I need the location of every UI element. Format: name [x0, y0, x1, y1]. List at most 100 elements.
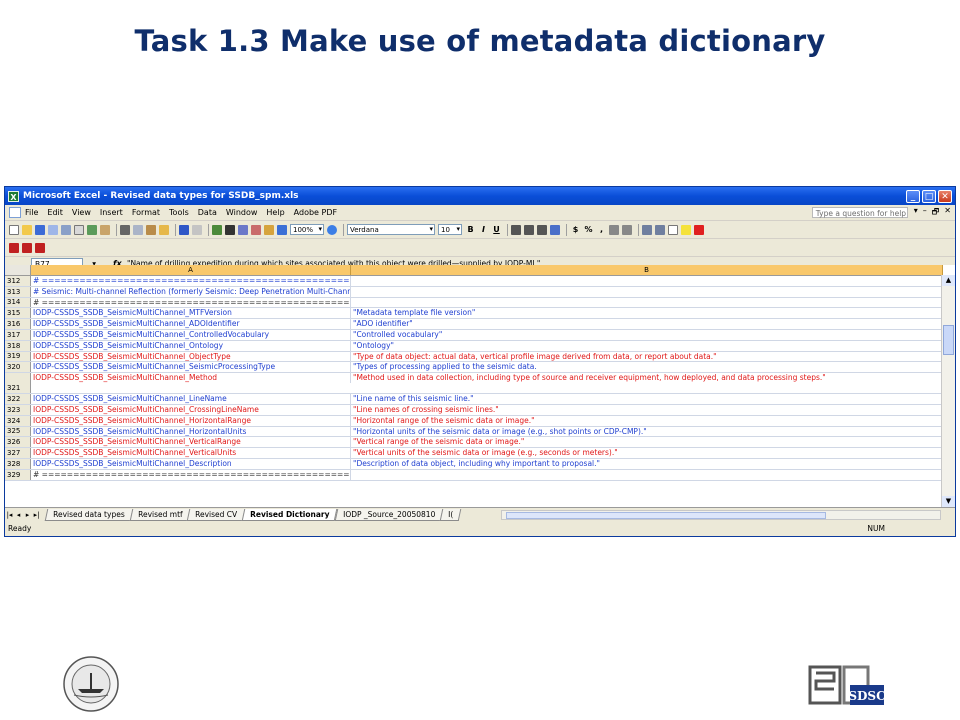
menu-insert[interactable]: Insert — [100, 208, 123, 217]
menu-adobe-pdf[interactable]: Adobe PDF — [294, 208, 337, 217]
cell-a[interactable]: IODP-CSSDS_SSDB_SeismicMultiChannel_Hori… — [31, 426, 351, 437]
align-left-icon[interactable] — [511, 224, 521, 235]
cell-b[interactable]: "Vertical units of the seismic data or i… — [351, 448, 943, 458]
horizontal-scroll-thumb[interactable] — [506, 511, 826, 519]
row-header[interactable]: 325 — [5, 426, 31, 437]
sheet-tab-more[interactable]: I( — [439, 508, 462, 521]
prev-sheet-icon[interactable]: ◂ — [14, 511, 23, 519]
cell-b[interactable]: "Method used in data collection, includi… — [351, 373, 943, 383]
menu-data[interactable]: Data — [198, 208, 217, 217]
cell-a[interactable]: IODP-CSSDS_SSDB_SeismicMultiChannel_Line… — [31, 394, 351, 404]
menu-view[interactable]: View — [72, 208, 91, 217]
fill-color-icon[interactable] — [681, 224, 691, 235]
row-header[interactable]: 324 — [5, 415, 31, 426]
research-icon[interactable] — [100, 224, 110, 235]
borders-icon[interactable] — [668, 224, 678, 235]
help-dropdown-icon[interactable]: ▾ — [914, 206, 918, 220]
cell-a[interactable]: IODP-CSSDS_SSDB_SeismicMultiChannel_MTFV… — [31, 308, 351, 319]
row-header[interactable]: 320 — [5, 362, 31, 373]
doc-restore-button[interactable]: 🗗 — [932, 206, 940, 220]
menu-file[interactable]: File — [25, 208, 38, 217]
row-header[interactable]: 326 — [5, 437, 31, 448]
row-header[interactable]: 321 — [5, 373, 31, 394]
italic-button[interactable]: I — [478, 225, 489, 234]
decrease-decimal-icon[interactable] — [622, 224, 632, 235]
help-search-input[interactable]: Type a question for help — [811, 207, 908, 218]
copy-icon[interactable] — [133, 224, 143, 235]
minimize-button[interactable]: _ — [906, 189, 920, 203]
paste-icon[interactable] — [146, 224, 156, 235]
cell-b[interactable] — [351, 470, 943, 480]
cell-b[interactable]: "Horizontal range of the seismic data or… — [351, 416, 943, 426]
row-header[interactable]: 317 — [5, 329, 31, 340]
currency-button[interactable]: $ — [570, 225, 581, 234]
bold-button[interactable]: B — [465, 225, 476, 234]
open-icon[interactable] — [22, 224, 32, 235]
row-header[interactable]: 316 — [5, 319, 31, 329]
zoom-select[interactable]: 100% — [290, 224, 324, 235]
cell-a[interactable]: IODP-CSSDS_SSDB_SeismicMultiChannel_Obje… — [31, 351, 351, 362]
sheet-tab-revised-data-types[interactable]: Revised data types — [44, 508, 133, 521]
chart-wizard-icon[interactable] — [264, 224, 274, 235]
row-header[interactable]: 319 — [5, 351, 31, 362]
row-header[interactable]: 313 — [5, 286, 31, 297]
cell-b[interactable] — [351, 276, 943, 286]
cell-a[interactable]: IODP-CSSDS_SSDB_SeismicMultiChannel_Seis… — [31, 362, 351, 373]
cell-a[interactable]: IODP-CSSDS_SSDB_SeismicMultiChannel_Hori… — [31, 415, 351, 426]
cell-a[interactable]: # ======================================… — [31, 469, 351, 480]
menu-format[interactable]: Format — [132, 208, 160, 217]
increase-decimal-icon[interactable] — [609, 224, 619, 235]
cell-b[interactable] — [351, 287, 943, 297]
row-header[interactable]: 318 — [5, 340, 31, 351]
cell-b[interactable]: "Line name of this seismic line." — [351, 394, 943, 404]
cell-b[interactable]: "Line names of crossing seismic lines." — [351, 405, 943, 415]
cell-b[interactable]: "Controlled vocabulary" — [351, 330, 943, 340]
format-painter-icon[interactable] — [159, 224, 169, 235]
cell-a[interactable]: # ======================================… — [31, 297, 351, 308]
row-header[interactable]: 314 — [5, 297, 31, 308]
cut-icon[interactable] — [120, 224, 130, 235]
close-button[interactable]: ✕ — [938, 189, 952, 203]
menu-window[interactable]: Window — [226, 208, 258, 217]
convert-and-review-pdf-icon[interactable] — [35, 242, 45, 253]
row-header[interactable]: 315 — [5, 308, 31, 319]
hyperlink-icon[interactable] — [212, 224, 222, 235]
cell-a[interactable]: IODP-CSSDS_SSDB_SeismicMultiChannel_Vert… — [31, 448, 351, 458]
cell-a[interactable]: IODP-CSSDS_SSDB_SeismicMultiChannel_Cros… — [31, 404, 351, 415]
cell-b[interactable]: "Type of data object: actual data, verti… — [351, 352, 943, 362]
merge-center-icon[interactable] — [550, 224, 560, 235]
maximize-button[interactable]: □ — [922, 189, 936, 203]
window-titlebar[interactable]: X Microsoft Excel - Revised data types f… — [5, 187, 955, 205]
column-header-a[interactable]: A — [31, 265, 351, 275]
cell-a[interactable]: IODP-CSSDS_SSDB_SeismicMultiChannel_Vert… — [31, 437, 351, 448]
font-color-icon[interactable] — [694, 224, 704, 235]
vertical-scroll-thumb[interactable] — [943, 325, 954, 355]
horizontal-scrollbar[interactable] — [501, 509, 941, 520]
help-icon[interactable] — [327, 224, 337, 235]
cell-a[interactable]: IODP-CSSDS_SSDB_SeismicMultiChannel_Onto… — [31, 340, 351, 351]
menu-help[interactable]: Help — [266, 208, 284, 217]
redo-icon[interactable] — [192, 224, 202, 235]
cell-a[interactable]: # ======================================… — [31, 276, 351, 286]
row-header[interactable]: 328 — [5, 458, 31, 469]
cell-b[interactable]: "Horizontal units of the seismic data or… — [351, 427, 943, 437]
cell-b[interactable]: "Types of processing applied to the seis… — [351, 362, 943, 372]
undo-icon[interactable] — [179, 224, 189, 235]
font-size-select[interactable]: 10 — [438, 224, 462, 235]
spreadsheet-grid[interactable]: A B 312 # ===============================… — [5, 265, 955, 507]
autosum-icon[interactable] — [225, 224, 235, 235]
cell-b[interactable]: "ADO identifier" — [351, 319, 943, 329]
scroll-down-icon[interactable]: ▼ — [942, 496, 955, 507]
sheet-tab-revised-dictionary[interactable]: Revised Dictionary — [241, 508, 338, 521]
cell-b[interactable] — [351, 298, 943, 308]
convert-and-email-pdf-icon[interactable] — [22, 242, 32, 253]
font-select[interactable]: Verdana — [347, 224, 435, 235]
cell-b[interactable]: "Ontology" — [351, 341, 943, 351]
spelling-icon[interactable] — [87, 224, 97, 235]
cell-b[interactable]: "Description of data object, including w… — [351, 459, 943, 469]
row-header[interactable]: 312 — [5, 276, 31, 286]
permission-icon[interactable] — [48, 224, 58, 235]
workbook-icon[interactable] — [9, 207, 21, 218]
print-icon[interactable] — [61, 224, 71, 235]
scroll-up-icon[interactable]: ▲ — [942, 275, 955, 286]
